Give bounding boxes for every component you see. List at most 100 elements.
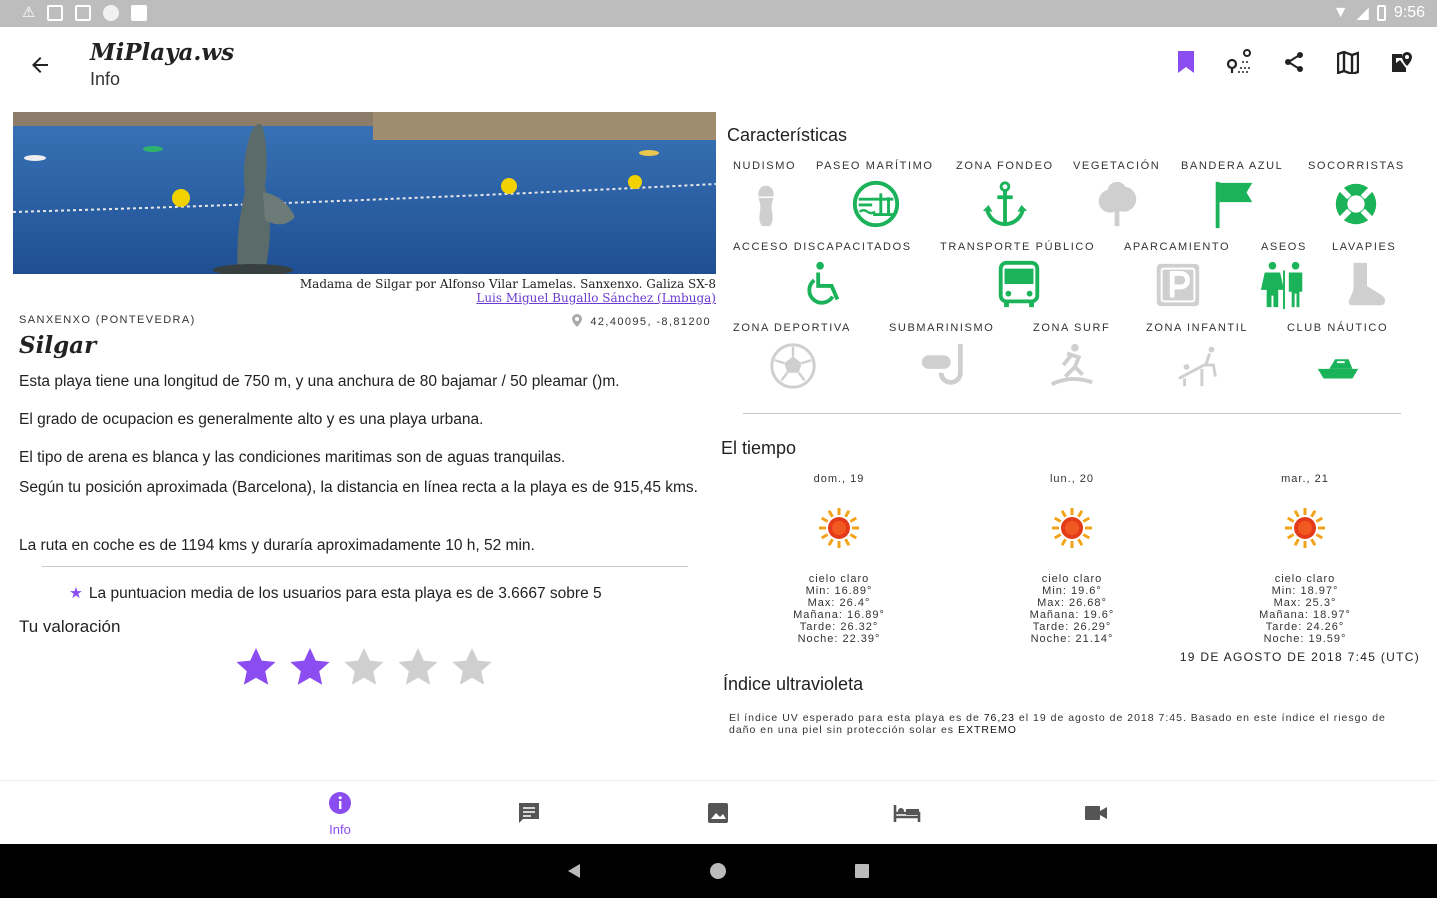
route-button[interactable] — [1225, 47, 1255, 77]
videocam-icon — [1085, 806, 1107, 820]
star-filled-icon[interactable] — [232, 644, 280, 692]
tab-info-label: Info — [329, 822, 351, 837]
uv-value: 76,23 — [983, 712, 1015, 724]
bookmark-icon — [1178, 51, 1194, 73]
beach-name: Silgar — [19, 332, 97, 359]
flag-icon — [1207, 177, 1261, 231]
weather-afternoon: Tarde: 26.32° — [799, 621, 879, 633]
app-bar: MiPlaya.ws Info — [0, 27, 1437, 107]
route-icon — [1226, 49, 1251, 73]
boat-icon — [1311, 339, 1365, 393]
weather-day-label: dom., 19 — [813, 473, 865, 485]
map-button[interactable] — [1333, 47, 1363, 77]
star-icon: ★ — [69, 585, 83, 602]
sd-card-icon — [131, 5, 148, 21]
weather-max: Max: 26.4° — [807, 597, 871, 609]
image-notification-icon — [75, 5, 92, 21]
coordinates-text: 42,40095, -8,81200 — [590, 316, 711, 328]
tab-photos[interactable] — [688, 801, 748, 830]
satellite-button[interactable] — [1387, 47, 1417, 77]
nav-back-button[interactable] — [566, 863, 582, 879]
star-empty-icon[interactable] — [448, 644, 496, 692]
location-pin-icon — [572, 314, 583, 327]
sand-text: El tipo de arena es blanca y las condici… — [19, 449, 566, 466]
wifi-icon: ▼ — [1332, 4, 1349, 21]
weather-morning: Mañana: 18.97° — [1259, 609, 1351, 621]
beach-size-text: Esta playa tiene una longitud de 750 m, … — [19, 373, 620, 390]
feature-label: SOCORRISTAS — [1308, 160, 1405, 172]
back-button[interactable] — [24, 49, 56, 81]
weather-night: Noche: 19.59° — [1263, 633, 1347, 645]
uv-level: EXTREMO — [957, 724, 1017, 736]
signal-icon: ◢ — [1356, 5, 1369, 22]
weather-details: cielo claro Min: 16.89° Max: 26.4° Mañana: … — [734, 573, 944, 645]
divider — [743, 413, 1401, 414]
nav-home-button[interactable] — [710, 863, 726, 879]
bottom-navigation: Info — [0, 780, 1437, 844]
beach-photo[interactable] — [13, 112, 716, 274]
weather-details: cielo claro Min: 18.97° Max: 25.3° Mañana: … — [1200, 573, 1410, 645]
star-filled-icon[interactable] — [286, 644, 334, 692]
arrow-back-icon — [32, 57, 48, 73]
bookmark-button[interactable] — [1171, 47, 1201, 77]
soccer-ball-icon — [766, 339, 820, 393]
uv-title: Índice ultravioleta — [723, 674, 864, 694]
anchor-icon — [978, 177, 1032, 231]
weather-details: cielo claro Min: 19.6° Max: 26.68° Mañana: … — [967, 573, 1177, 645]
weather-morning: Mañana: 19.6° — [1029, 609, 1115, 621]
features-title: Características — [727, 125, 848, 145]
occupancy-text: El grado de ocupacion es generalmente al… — [19, 411, 484, 428]
your-rating-label: Tu valoración — [19, 617, 121, 636]
sun-icon — [1283, 506, 1327, 550]
nav-recents-button[interactable] — [855, 864, 869, 878]
weather-afternoon: Tarde: 24.26° — [1265, 621, 1345, 633]
feature-label: TRANSPORTE PÚBLICO — [940, 241, 1096, 253]
uv-description: El índice UV esperado para esta playa es… — [729, 712, 1409, 736]
notification-icons: ⚠ — [22, 4, 148, 21]
feature-label: ACCESO DISCAPACITADOS — [733, 241, 912, 253]
app-title: MiPlaya.ws — [90, 39, 235, 66]
star-empty-icon[interactable] — [340, 644, 388, 692]
weather-night: Noche: 21.14° — [1030, 633, 1114, 645]
tab-videos[interactable] — [1066, 801, 1126, 830]
tab-info[interactable]: Info — [310, 791, 370, 837]
weather-max: Max: 26.68° — [1037, 597, 1107, 609]
app-subtitle: Info — [90, 69, 121, 89]
feature-label: LAVAPIES — [1332, 241, 1397, 253]
surf-icon — [1045, 339, 1099, 393]
bus-icon — [992, 258, 1046, 312]
tab-hotels[interactable] — [877, 801, 937, 830]
lifebuoy-icon — [1329, 177, 1383, 231]
weather-max: Max: 25.3° — [1273, 597, 1337, 609]
weather-day-label: lun., 20 — [1049, 473, 1095, 485]
warning-icon: ⚠ — [22, 4, 36, 21]
feature-label: PASEO MARÍTIMO — [816, 160, 934, 172]
rating-stars[interactable] — [232, 644, 496, 692]
distance-text: Según tu posición aproximada (Barcelona)… — [19, 479, 698, 496]
photo-author-link[interactable]: Luis Miguel Bugallo Sánchez (Lmbuga) — [13, 291, 716, 305]
average-rating-text: La puntuacion media de los usuarios para… — [88, 585, 602, 602]
weather-updated: 19 DE AGOSTO DE 2018 7:45 (UTC) — [1179, 650, 1420, 664]
tab-comments[interactable] — [499, 801, 559, 830]
feature-label: VEGETACIÓN — [1073, 160, 1161, 172]
sun-icon — [817, 506, 861, 550]
clock: 9:56 — [1393, 4, 1425, 21]
star-empty-icon[interactable] — [394, 644, 442, 692]
weather-desc: cielo claro — [1274, 573, 1336, 585]
bed-icon — [893, 805, 921, 822]
place-map-icon — [1392, 52, 1412, 72]
location-row: SANXENXO (PONTEVEDRA) 42,40095, -8,81200 — [19, 314, 711, 328]
weather-desc: cielo claro — [1041, 573, 1103, 585]
playground-icon — [1172, 339, 1226, 393]
weather-morning: Mañana: 16.89° — [793, 609, 885, 621]
system-indicators: ▼ ◢ 9:56 — [1333, 3, 1425, 23]
photo-caption: Madama de Silgar por Alfonso Vilar Lamel… — [13, 277, 716, 305]
weather-afternoon: Tarde: 26.29° — [1032, 621, 1112, 633]
share-button[interactable] — [1279, 47, 1309, 77]
weather-day-label: mar., 21 — [1281, 473, 1329, 485]
promenade-icon — [849, 177, 903, 231]
weather-min: Min: 18.97° — [1271, 585, 1339, 597]
uv-text-1: El índice UV esperado para esta playa es… — [729, 712, 984, 724]
coordinates[interactable]: 42,40095, -8,81200 — [572, 314, 711, 328]
feature-label: APARCAMIENTO — [1124, 241, 1231, 253]
